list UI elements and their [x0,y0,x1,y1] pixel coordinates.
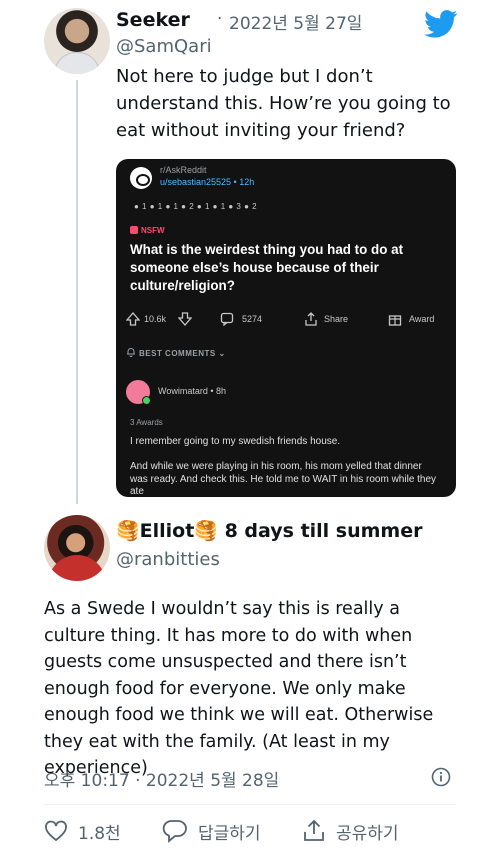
upvote-icon [126,312,140,326]
tweet-date[interactable]: 2022년 5월 27일 [229,9,362,34]
commenter-name: Wowimatard • 8h [158,386,227,396]
like-button[interactable]: 1.8천 [44,818,121,844]
avatar-seeker[interactable] [44,8,110,74]
bell-icon [127,348,135,357]
avatar-elliot[interactable] [44,515,110,581]
embedded-reddit-screenshot[interactable]: r/AskReddit u/sebastian25525 • 12h ● 1 ●… [116,159,456,497]
post-title: What is the weirdest thing you had to do… [130,242,404,293]
like-count: 1.8천 [78,823,121,844]
comment-line-1: I remember going to my swedish friends h… [130,436,341,447]
award-icon [388,315,402,326]
share-label: Share [324,314,349,324]
comment-line-2: And while we were playing in his room, h… [130,461,437,497]
share-label: 공유하기 [336,823,399,844]
handle-ranbitties[interactable]: @ranbitties [116,549,220,570]
award-label: Award [409,314,435,324]
comment-count: 5274 [242,314,263,324]
heart-icon [45,820,67,842]
handle-samqari[interactable]: @SamQari [116,36,212,57]
nsfw-icon [130,226,138,234]
nsfw-label: NSFW [141,226,165,235]
info-icon[interactable] [431,767,451,787]
thread-connector-line [76,80,78,504]
vote-count: 10.6k [144,314,167,324]
display-name-elliot[interactable]: 🥞Elliot🥞 8 days till summer [116,519,423,542]
share-button[interactable]: 공유하기 [302,818,399,844]
action-divider [44,804,456,805]
best-comments-sort: BEST COMMENTS ⌄ [126,347,226,358]
best-comments-label: BEST COMMENTS [139,349,216,358]
twitter-bird-icon [424,10,458,38]
reply-label: 답글하기 [198,823,261,844]
post-awards: ● 1 ● 1 ● 1 ● 2 ● 1 ● 1 ● 3 ● 2 [134,202,258,211]
comment-awards: 3 Awards [130,418,163,427]
share-icon [305,312,317,326]
downvote-icon [178,312,192,326]
comment-icon [220,312,234,326]
tweet-text-seeker: Not here to judge but I don’t understand… [116,66,451,141]
subreddit-name: r/AskReddit [160,165,207,175]
post-action-row: 10.6k 5274 Share Award [126,312,446,330]
tweet-timestamp[interactable]: 오후 10:17 · 2022년 5월 28일 [44,766,279,791]
commenter-avatar [126,380,151,405]
tweet-action-bar: 1.8천 답글하기 공유하기 [44,818,456,846]
post-author: u/sebastian25525 • 12h [160,177,255,187]
tweet-text-elliot: As a Swede I wouldn’t say this is really… [44,599,434,778]
nsfw-tag: NSFW [130,226,165,235]
display-name-seeker[interactable]: Seeker [116,9,190,31]
share-icon [304,819,324,841]
reply-icon [162,820,187,843]
separator-dot: · [217,9,223,29]
reply-button[interactable]: 답글하기 [162,818,261,844]
subreddit-icon [130,167,152,189]
